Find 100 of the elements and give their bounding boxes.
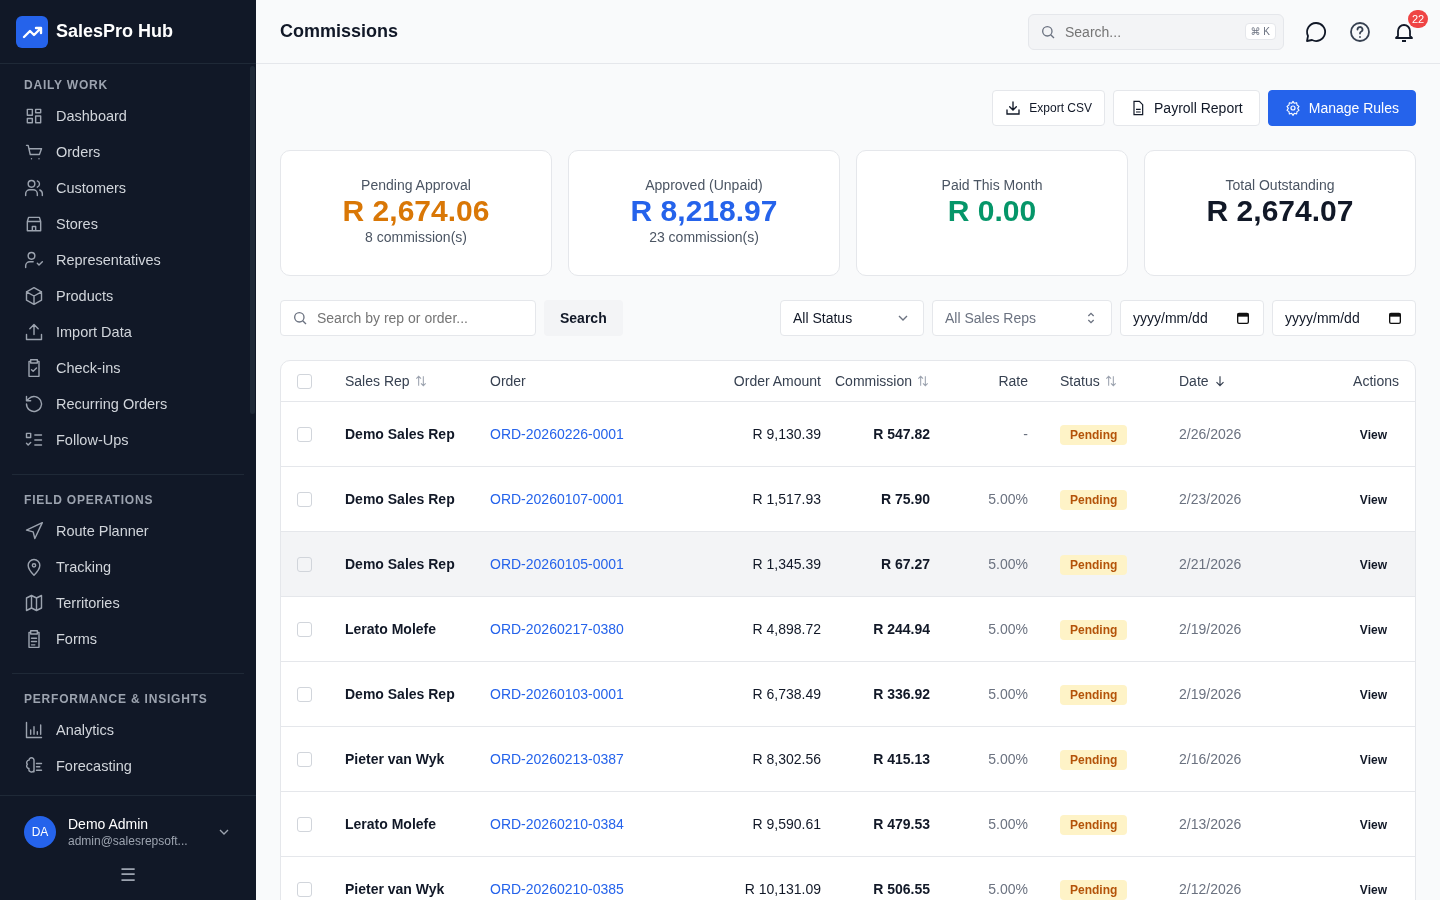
sort-icon[interactable] — [1103, 374, 1118, 388]
nav-item[interactable]: Forms — [12, 621, 244, 657]
stat-label: Total Outstanding — [1225, 177, 1335, 193]
order-link[interactable]: ORD-20260226-0001 — [490, 426, 624, 442]
chat-bubble-icon[interactable] — [1304, 19, 1328, 44]
view-link[interactable]: View — [1359, 753, 1387, 767]
nav-item[interactable]: Forecasting — [12, 748, 244, 784]
row-checkbox[interactable] — [297, 881, 312, 897]
column-header[interactable]: Date — [1179, 373, 1209, 389]
table-row[interactable]: Demo Sales Rep ORD-20260105-0001 R 1,345.39 R 67.27 5.00% Pending 2/21/2026 View — [281, 532, 1415, 597]
menu-button[interactable]: ☰ — [114, 862, 142, 888]
row-checkbox[interactable] — [297, 426, 312, 442]
table-cell: 5.00% — [988, 751, 1028, 767]
refresh-icon — [24, 394, 44, 414]
filter-search-field[interactable]: Search by rep or order... — [280, 300, 536, 336]
table-cell: 2/19/2026 — [1179, 686, 1242, 702]
date-field[interactable]: yyyy/mm/dd — [1120, 300, 1264, 336]
view-link[interactable]: View — [1359, 428, 1387, 442]
row-checkbox[interactable] — [297, 686, 312, 702]
order-link[interactable]: ORD-20260103-0001 — [490, 686, 624, 702]
sort-icon[interactable] — [916, 374, 930, 388]
calendar-icon — [1235, 310, 1251, 326]
order-link[interactable]: ORD-20260210-0384 — [490, 816, 624, 832]
nav-item[interactable]: Route Planner — [12, 513, 244, 549]
rules-button[interactable]: Manage Rules — [1267, 90, 1416, 126]
nav-item[interactable]: Products — [12, 278, 244, 314]
upload-icon — [24, 322, 44, 342]
nav-item[interactable]: Check-ins — [12, 350, 244, 386]
settings-icon — [1284, 100, 1301, 116]
search-button[interactable]: Search — [544, 300, 623, 336]
nav-item[interactable]: Orders — [12, 134, 244, 170]
table-cell: Lerato Molefe — [345, 816, 436, 832]
stat-label: Approved (Unpaid) — [645, 177, 763, 193]
view-link[interactable]: View — [1359, 623, 1387, 637]
cart-icon — [24, 142, 44, 162]
nav-item[interactable]: Stores — [12, 206, 244, 242]
nav-item[interactable]: Representatives — [12, 242, 244, 278]
table-cell: R 506.55 — [873, 881, 930, 897]
person-check-icon — [24, 250, 44, 270]
order-link[interactable]: ORD-20260105-0001 — [490, 556, 624, 572]
order-link[interactable]: ORD-20260107-0001 — [490, 491, 624, 507]
nav-item[interactable]: Customers — [12, 170, 244, 206]
user-name: Demo Admin — [68, 816, 150, 832]
nav-item[interactable]: Territories — [12, 585, 244, 621]
sort-icon[interactable] — [413, 374, 428, 388]
status-badge: Pending — [1060, 555, 1128, 575]
nav-item[interactable]: Analytics — [12, 712, 244, 748]
row-checkbox[interactable] — [297, 816, 312, 832]
table-cell: 2/16/2026 — [1179, 751, 1242, 767]
nav-item[interactable]: Import Data — [12, 314, 244, 350]
section-title: PERFORMANCE & INSIGHTS — [23, 691, 209, 708]
view-link[interactable]: View — [1359, 493, 1387, 507]
notification-badge: 22 — [1408, 9, 1428, 28]
date-field[interactable]: yyyy/mm/dd — [1272, 300, 1416, 336]
row-checkbox[interactable] — [297, 751, 312, 767]
order-link[interactable]: ORD-20260210-0385 — [490, 881, 624, 897]
view-link[interactable]: View — [1359, 688, 1387, 702]
grid-icon — [24, 106, 44, 126]
table-cell: R 4,898.72 — [752, 621, 821, 637]
download-icon — [1005, 100, 1022, 116]
order-link[interactable]: ORD-20260217-0380 — [490, 621, 624, 637]
nav-item[interactable]: Dashboard — [12, 98, 244, 134]
table-cell: Demo Sales Rep — [345, 491, 455, 507]
table-cell: 5.00% — [988, 621, 1028, 637]
select-all-checkbox[interactable] — [297, 373, 312, 389]
table-cell: R 8,302.56 — [752, 751, 821, 767]
nav-item[interactable]: Recurring Orders — [12, 386, 244, 422]
status-badge: Pending — [1060, 815, 1128, 835]
search-icon — [1040, 23, 1056, 40]
storefront-icon — [24, 214, 44, 234]
row-checkbox[interactable] — [297, 491, 312, 507]
column-header[interactable]: Status — [1060, 373, 1100, 389]
nav-item[interactable]: Follow-Ups — [12, 422, 244, 458]
export-button[interactable]: Export CSV — [992, 90, 1105, 126]
avatar: DA — [24, 816, 56, 848]
column-header[interactable]: Commission — [835, 373, 912, 389]
stat-label: Paid This Month — [941, 177, 1043, 193]
reps-dropdown[interactable]: All Sales Reps — [932, 300, 1112, 336]
status-dropdown[interactable]: All Status — [780, 300, 924, 336]
stat-value: R 2,674.06 — [342, 193, 490, 229]
view-link[interactable]: View — [1359, 818, 1387, 832]
scrollbar[interactable] — [250, 66, 255, 414]
help-icon[interactable] — [1348, 19, 1372, 44]
row-checkbox[interactable] — [297, 621, 312, 637]
user-menu[interactable]: DA Demo Admin admin@salesrepsoft... — [0, 795, 256, 860]
table-cell: 5.00% — [988, 881, 1028, 897]
nav-item[interactable]: Tracking — [12, 549, 244, 585]
report-button[interactable]: Payroll Report — [1113, 90, 1260, 126]
view-link[interactable]: View — [1359, 558, 1387, 572]
table-cell: Pieter van Wyk — [345, 881, 445, 897]
stat-value: R 8,218.97 — [630, 193, 778, 229]
search-icon — [292, 310, 308, 326]
status-badge: Pending — [1060, 750, 1128, 770]
view-link[interactable]: View — [1359, 883, 1387, 897]
column-header: Actions — [1353, 373, 1399, 389]
order-link[interactable]: ORD-20260213-0387 — [490, 751, 624, 767]
column-header[interactable]: Sales Rep — [345, 373, 410, 389]
column-header: Order — [490, 373, 526, 389]
row-checkbox[interactable] — [297, 556, 312, 572]
table-cell: R 547.82 — [873, 426, 930, 442]
